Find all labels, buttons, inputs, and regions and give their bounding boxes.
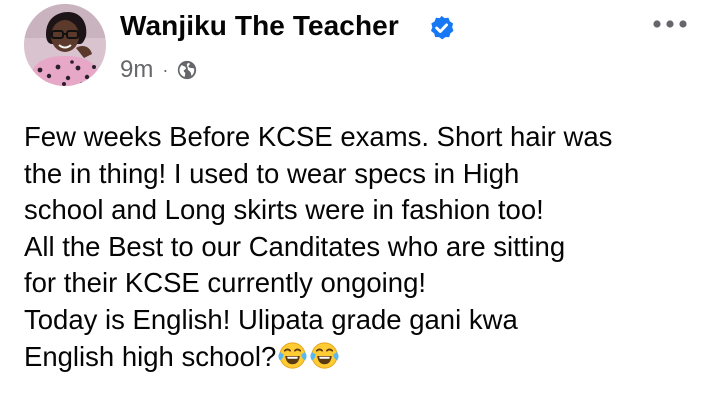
meta-separator: · (162, 59, 169, 80)
post-timestamp[interactable]: 9m (120, 56, 153, 84)
face-with-tears-of-joy-emoji (310, 341, 339, 369)
post-text-line: All the Best to our Canditates who are s… (24, 230, 566, 262)
more-options-icon (653, 20, 687, 28)
post-text-line: school and Long skirts were in fashion t… (24, 194, 544, 226)
post-text-line: English high school? (24, 340, 277, 372)
facebook-post: Wanjiku The Teacher 9m · Few weeks Befor… (0, 0, 720, 404)
author-name[interactable]: Wanjiku The Teacher (120, 10, 399, 42)
post-text-last-line: English high school? (24, 339, 714, 376)
post-text-line: for their KCSE currently ongoing! (24, 267, 426, 299)
globe-icon[interactable] (176, 59, 198, 81)
post-text-line: Today is English! Ulipata grade gani kwa (24, 303, 518, 335)
more-options-button[interactable] (648, 12, 692, 36)
post-body-text: Few weeks Before KCSE exams. Short hair … (24, 119, 714, 375)
post-text-line: the in thing! I used to wear specs in Hi… (24, 157, 520, 189)
avatar-photo (24, 4, 106, 86)
post-text-line: Few weeks Before KCSE exams. Short hair … (24, 121, 613, 152)
face-with-tears-of-joy-emoji (278, 341, 307, 369)
author-avatar[interactable] (24, 4, 106, 86)
verified-badge-icon (430, 15, 454, 40)
post-meta: 9m · (120, 56, 198, 84)
